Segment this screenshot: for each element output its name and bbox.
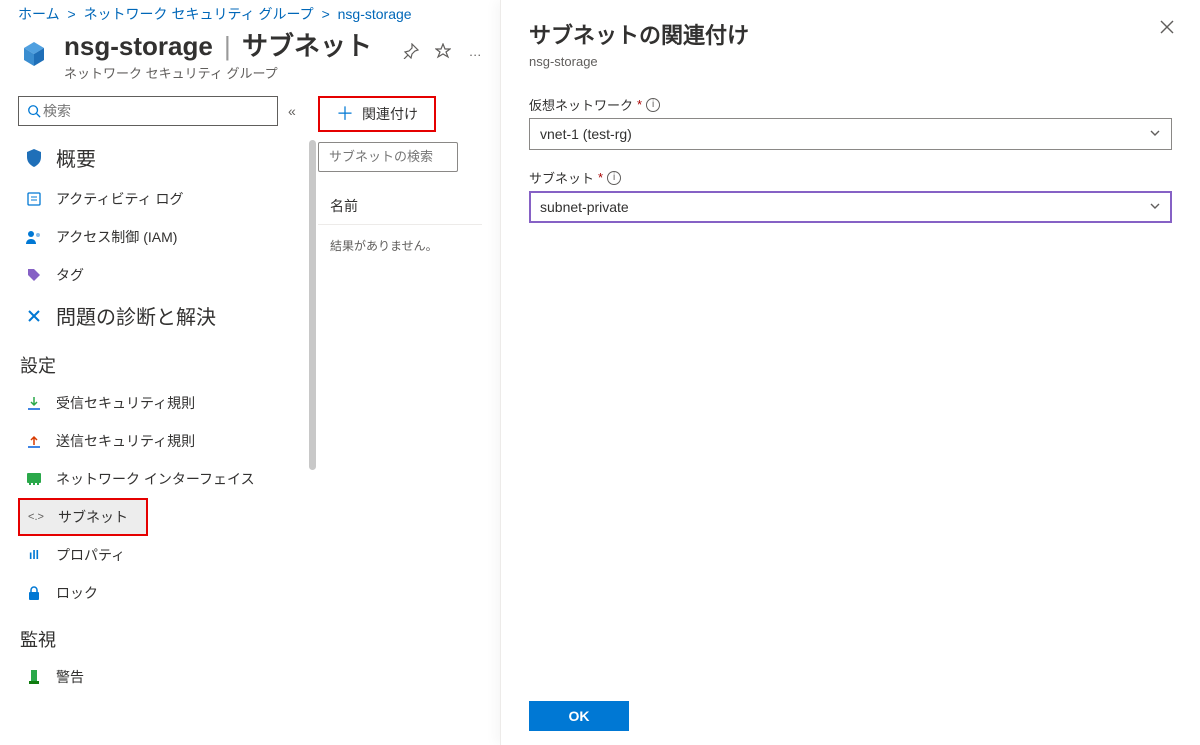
sidebar-item-label: 警告	[56, 667, 84, 687]
favorite-icon[interactable]	[434, 42, 452, 60]
panel-subtitle: nsg-storage	[529, 54, 1172, 69]
sidebar-item-label: 概要	[56, 143, 96, 172]
chevron-down-icon	[1149, 127, 1161, 139]
properties-icon: ıll	[22, 548, 46, 562]
page-title: nsg-storage | サブネット	[64, 32, 372, 61]
lock-icon	[22, 586, 46, 600]
breadcrumb-sep: >	[67, 6, 75, 22]
sidebar-item-tags[interactable]: タグ	[18, 256, 310, 294]
tag-icon	[22, 268, 46, 282]
info-icon[interactable]: i	[646, 98, 660, 112]
sidebar-item-activity-log[interactable]: アクティビティ ログ	[18, 180, 310, 218]
people-icon	[22, 230, 46, 244]
breadcrumb-home[interactable]: ホーム	[18, 6, 60, 22]
log-icon	[22, 192, 46, 206]
chevron-down-icon	[1149, 200, 1161, 212]
sidebar-search[interactable]	[18, 96, 278, 126]
title-section: サブネット	[242, 31, 372, 61]
sidebar-item-iam[interactable]: アクセス制御 (IAM)	[18, 218, 310, 256]
shield-icon	[22, 149, 46, 167]
sidebar-nav: 概要 アクティビティ ログ アクセス制御 (IAM) タグ	[18, 136, 310, 696]
subnet-value: subnet-private	[540, 199, 629, 215]
sidebar-item-label: タグ	[56, 265, 84, 285]
sidebar-section-monitor: 監視	[20, 626, 310, 652]
sidebar-item-label: アクセス制御 (IAM)	[56, 227, 177, 247]
page-subtitle: ネットワーク セキュリティ グループ	[64, 63, 372, 82]
vnet-value: vnet-1 (test-rg)	[540, 126, 632, 142]
sidebar-item-label: アクティビティ ログ	[56, 189, 184, 209]
subnet-search[interactable]	[318, 142, 458, 172]
sidebar-item-label: サブネット	[58, 507, 128, 527]
resource-icon	[18, 38, 50, 70]
associate-button-label: 関連付け	[362, 104, 418, 124]
empty-message: 結果がありません。	[318, 225, 482, 266]
diagnose-icon	[22, 308, 46, 324]
subnet-icon: <.>	[24, 511, 48, 523]
sidebar-item-overview[interactable]: 概要	[18, 136, 310, 180]
ok-button[interactable]: OK	[529, 701, 629, 731]
panel-title: サブネットの関連付け	[529, 18, 1172, 50]
subnet-search-input[interactable]	[327, 148, 507, 165]
sidebar-item-label: ロック	[56, 583, 98, 603]
subnet-dropdown[interactable]: subnet-private	[529, 191, 1172, 223]
title-resource-name: nsg-storage	[64, 31, 213, 61]
sidebar-item-label: 送信セキュリティ規則	[56, 431, 195, 451]
plus-icon: ＋	[336, 105, 354, 123]
nic-icon	[22, 473, 46, 485]
sidebar-item-nic[interactable]: ネットワーク インターフェイス	[18, 460, 310, 498]
pin-icon[interactable]	[402, 42, 420, 60]
sidebar-item-diagnose[interactable]: 問題の診断と解決	[18, 294, 310, 338]
close-icon[interactable]	[1158, 18, 1176, 36]
sidebar-item-subnets[interactable]: <.> サブネット	[18, 498, 148, 536]
sidebar-item-alerts[interactable]: 警告	[18, 658, 310, 696]
breadcrumb-sep: >	[322, 6, 330, 22]
more-icon[interactable]: …	[466, 42, 484, 60]
collapse-sidebar-icon[interactable]: «	[288, 103, 296, 119]
column-name: 名前	[318, 188, 482, 225]
sidebar-item-inbound[interactable]: 受信セキュリティ規則	[18, 384, 310, 422]
sidebar-item-label: 受信セキュリティ規則	[56, 393, 195, 413]
alert-icon	[22, 670, 46, 684]
breadcrumb-current[interactable]: nsg-storage	[338, 6, 412, 22]
subnet-label: サブネット * i	[529, 168, 1172, 187]
sidebar-search-input[interactable]	[41, 102, 269, 120]
arrow-up-icon	[22, 434, 46, 448]
sidebar-item-outbound[interactable]: 送信セキュリティ規則	[18, 422, 310, 460]
sidebar-section-settings: 設定	[20, 352, 310, 378]
scrollbar-thumb[interactable]	[309, 140, 316, 470]
arrow-down-icon	[22, 396, 46, 410]
sidebar: « 概要 アクティビティ ログ アクセス制御 (IAM)	[0, 96, 310, 696]
associate-subnet-panel: サブネットの関連付け nsg-storage 仮想ネットワーク * i vnet…	[500, 0, 1200, 745]
vnet-dropdown[interactable]: vnet-1 (test-rg)	[529, 118, 1172, 150]
associate-button[interactable]: ＋ 関連付け	[318, 96, 436, 132]
info-icon[interactable]: i	[607, 171, 621, 185]
sidebar-item-locks[interactable]: ロック	[18, 574, 310, 612]
sidebar-item-label: プロパティ	[56, 545, 125, 565]
sidebar-item-label: 問題の診断と解決	[56, 301, 216, 330]
main-content: ＋ 関連付け 名前 結果がありません。	[310, 96, 490, 696]
required-mark: *	[637, 97, 642, 112]
vnet-label: 仮想ネットワーク * i	[529, 95, 1172, 114]
sidebar-item-properties[interactable]: ıll プロパティ	[18, 536, 310, 574]
required-mark: *	[598, 170, 603, 185]
breadcrumb-nsg-group[interactable]: ネットワーク セキュリティ グループ	[84, 6, 314, 22]
sidebar-item-label: ネットワーク インターフェイス	[56, 469, 255, 489]
